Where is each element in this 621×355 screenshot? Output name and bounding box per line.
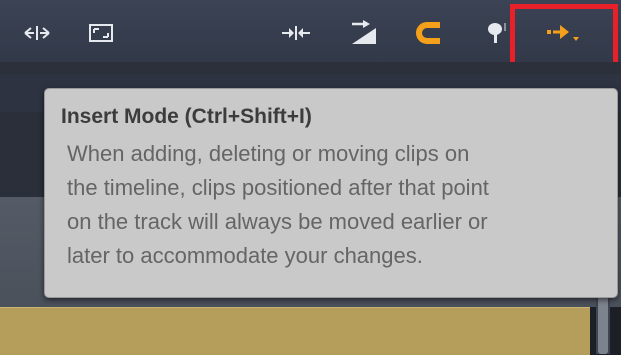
tooltip-line: later to accommodate your changes. [67, 243, 423, 268]
ripple-button[interactable] [346, 20, 382, 46]
split-view-button[interactable] [22, 20, 52, 46]
arrows-split-icon [24, 26, 50, 40]
arrow-ramp-icon [352, 20, 376, 44]
tooltip-line: the timeline, clips positioned after tha… [67, 175, 489, 200]
fit-to-window-button[interactable] [86, 20, 116, 46]
tooltip-line: on the track will always be moved earlie… [67, 209, 488, 234]
tooltip-description: When adding, deleting or moving clips on… [61, 137, 615, 273]
expand-frame-icon [89, 24, 113, 42]
insert-mode-tooltip: Insert Mode (Ctrl+Shift+I) When adding, … [44, 88, 618, 298]
tooltip-line: When adding, deleting or moving clips on [67, 141, 470, 166]
toolbar-separator [0, 62, 621, 74]
magnet-icon [416, 22, 440, 44]
tooltip-title: Insert Mode (Ctrl+Shift+I) [61, 105, 312, 128]
snap-edges-button[interactable] [276, 20, 316, 46]
arrows-inward-icon [282, 26, 310, 40]
timeline-clip[interactable] [0, 307, 590, 355]
magnet-button[interactable] [414, 20, 444, 46]
